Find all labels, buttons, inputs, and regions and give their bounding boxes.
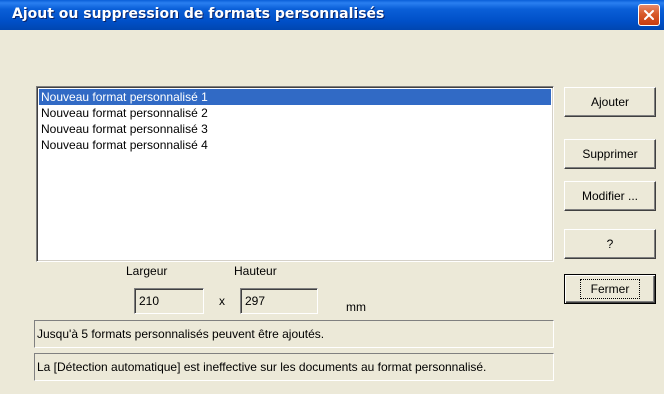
list-item[interactable]: Nouveau format personnalisé 2 <box>39 105 551 121</box>
dialog-window: Ajout ou suppression de formats personna… <box>0 0 664 394</box>
window-title: Ajout ou suppression de formats personna… <box>12 6 385 22</box>
close-button-label: Fermer <box>579 279 641 299</box>
info-max-formats: Jusqu'à 5 formats personnalisés peuvent … <box>34 320 554 348</box>
width-field[interactable]: 210 <box>134 288 204 314</box>
list-item[interactable]: Nouveau format personnalisé 1 <box>39 89 551 105</box>
delete-button[interactable]: Supprimer <box>564 139 656 169</box>
height-label: Hauteur <box>234 264 277 278</box>
custom-formats-list[interactable]: Nouveau format personnalisé 1 Nouveau fo… <box>36 86 554 262</box>
list-item[interactable]: Nouveau format personnalisé 3 <box>39 121 551 137</box>
close-button[interactable]: Fermer <box>564 274 656 304</box>
close-window-button[interactable] <box>638 4 660 26</box>
list-item[interactable]: Nouveau format personnalisé 4 <box>39 137 551 153</box>
height-field[interactable]: 297 <box>240 288 318 314</box>
help-button[interactable]: ? <box>564 229 656 259</box>
unit-label: mm <box>346 300 366 314</box>
width-label: Largeur <box>126 264 168 278</box>
title-bar: Ajout ou suppression de formats personna… <box>0 0 664 30</box>
add-button[interactable]: Ajouter <box>564 87 656 117</box>
info-auto-detection: La [Détection automatique] est ineffecti… <box>34 353 554 381</box>
modify-button[interactable]: Modifier ... <box>564 181 656 211</box>
close-icon <box>644 10 654 20</box>
dimension-separator: x <box>219 294 225 308</box>
